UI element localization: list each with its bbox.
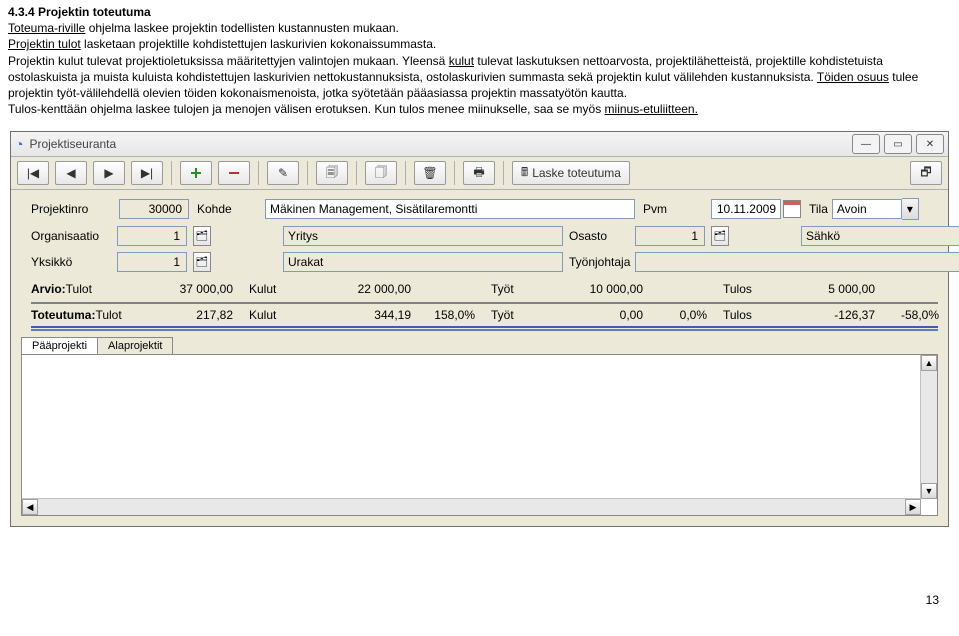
field-organisaatio-name: Yritys [283,226,563,246]
field-yksikko-id: 1 [117,252,187,272]
toolbar-separator [503,161,504,185]
toteutuma-kulut: 344,19 [323,308,423,322]
toolbar-separator [307,161,308,185]
app-icon: ◔ [15,136,23,152]
titlebar: ◔ Projektiseuranta — ▭ ✕ [11,132,948,157]
field-tyonjohtaja[interactable] [635,252,959,272]
field-yksikko-name: Urakat [283,252,563,272]
text-toteuma: Toteuma-riville [8,21,85,35]
maximize-button[interactable]: ▭ [884,134,912,154]
tabs: Pääprojekti Alaprojektit [21,337,938,354]
scroll-left-icon[interactable]: ◀ [22,499,38,515]
app-window: ◔ Projektiseuranta — ▭ ✕ |◀ ◀ ▶ ▶| ✎ 🗐 🗍… [10,131,949,527]
tab-panel: ▲ ▼ ◀ ▶ [21,354,938,516]
window-title: Projektiseuranta [29,137,116,151]
arvio-tulot: 37 000,00 [145,282,245,296]
next-record-button[interactable]: ▶ [93,161,125,185]
label-projektinro: Projektinro [31,202,111,216]
label-organisaatio: Organisaatio [31,229,111,243]
arvio-tulos: 5 000,00 [787,282,887,296]
calendar-icon[interactable] [783,200,801,218]
toteutuma-tyot: 0,00 [555,308,655,322]
print-button[interactable]: 🖶 [463,161,495,185]
calculate-button[interactable]: 🖩 Laske toteutuma [512,161,630,185]
document-text: 4.3.4 Projektin toteutuma Toteuma-rivill… [0,0,959,125]
vertical-scrollbar[interactable]: ▲ ▼ [920,355,937,499]
remove-button[interactable] [218,161,250,185]
field-osasto-id: 1 [635,226,705,246]
toolbar-separator [356,161,357,185]
toteutuma-tyot-pct: 0,0% [659,308,719,322]
minimize-button[interactable]: — [852,134,880,154]
field-projektinro: 30000 [119,199,189,219]
toteutuma-tulos: -126,37 [787,308,887,322]
toolbar-separator [258,161,259,185]
prev-record-button[interactable]: ◀ [55,161,87,185]
label-arvio: Arvio: [31,282,66,296]
label-kohde: Kohde [197,202,257,216]
toteutuma-tulot: 217,82 [145,308,245,322]
field-osasto-name: Sähkö [801,226,959,246]
label-toteutuma: Toteutuma: [31,308,95,322]
delete-button[interactable]: 🗑 [414,161,446,185]
divider-blue [31,326,938,328]
tab-paaprojekti[interactable]: Pääprojekti [21,337,98,354]
page-number: 13 [0,533,959,611]
arvio-kulut: 22 000,00 [323,282,423,296]
calculator-icon: 🖩 [521,163,528,184]
text-tulot: Projektin tulot [8,37,81,51]
label-tulos: Tulos [723,282,783,296]
text-toiden: Töiden osuus [817,70,889,84]
scroll-right-icon[interactable]: ▶ [905,499,921,515]
toolbar-separator [171,161,172,185]
toteutuma-tulos-pct: -58,0% [891,308,951,322]
toolbar-separator [454,161,455,185]
text-kulut: kulut [449,54,474,68]
copy-button[interactable]: 🗗 [910,161,942,185]
field-kohde[interactable]: Mäkinen Management, Sisätilaremontti [265,199,635,219]
toolbar: |◀ ◀ ▶ ▶| ✎ 🗐 🗍 🗑 🖶 🖩 Laske toteutuma 🗗 [11,157,948,190]
field-tila[interactable]: Avoin ▾ [832,198,919,220]
section-heading: 4.3.4 Projektin toteutuma [8,4,951,20]
lookup-yksikko-button[interactable]: 🗂 [193,252,211,272]
arvio-tyot: 10 000,00 [555,282,655,296]
field-pvm[interactable]: 10.11.2009 [711,199,781,219]
row-arvio: Arvio:Tulot 37 000,00 Kulut 22 000,00 Ty… [31,278,938,300]
label-yksikko: Yksikkö [31,255,111,269]
horizontal-scrollbar[interactable]: ◀ ▶ [22,498,921,515]
lookup-osasto-button[interactable]: 🗂 [711,226,729,246]
label-tila: Tila [809,202,828,216]
row-toteutuma: Toteutuma:Tulot 217,82 Kulut 344,19 158,… [31,304,938,326]
toolbar-separator [405,161,406,185]
label-osasto: Osasto [569,229,629,243]
lookup-organisaatio-button[interactable]: 🗂 [193,226,211,246]
document-button[interactable]: 🗐 [316,161,348,185]
scroll-up-icon[interactable]: ▲ [921,355,937,371]
attach-button[interactable]: 🗍 [365,161,397,185]
add-button[interactable] [180,161,212,185]
chevron-down-icon[interactable]: ▾ [902,198,919,220]
text-miinus: miinus-etuliitteen. [605,102,698,116]
first-record-button[interactable]: |◀ [17,161,49,185]
label-tyot: Työt [491,282,551,296]
label-kulut: Kulut [249,282,319,296]
field-organisaatio-id: 1 [117,226,187,246]
label-pvm: Pvm [643,202,703,216]
edit-button[interactable]: ✎ [267,161,299,185]
scroll-down-icon[interactable]: ▼ [921,483,937,499]
tab-alaprojektit[interactable]: Alaprojektit [97,337,173,354]
form-area: Projektinro 30000 Kohde Mäkinen Manageme… [11,190,948,335]
label-tyonjohtaja: Työnjohtaja [569,255,629,269]
last-record-button[interactable]: ▶| [131,161,163,185]
close-button[interactable]: ✕ [916,134,944,154]
toteutuma-kulut-pct: 158,0% [427,308,487,322]
divider-blue [31,329,938,331]
